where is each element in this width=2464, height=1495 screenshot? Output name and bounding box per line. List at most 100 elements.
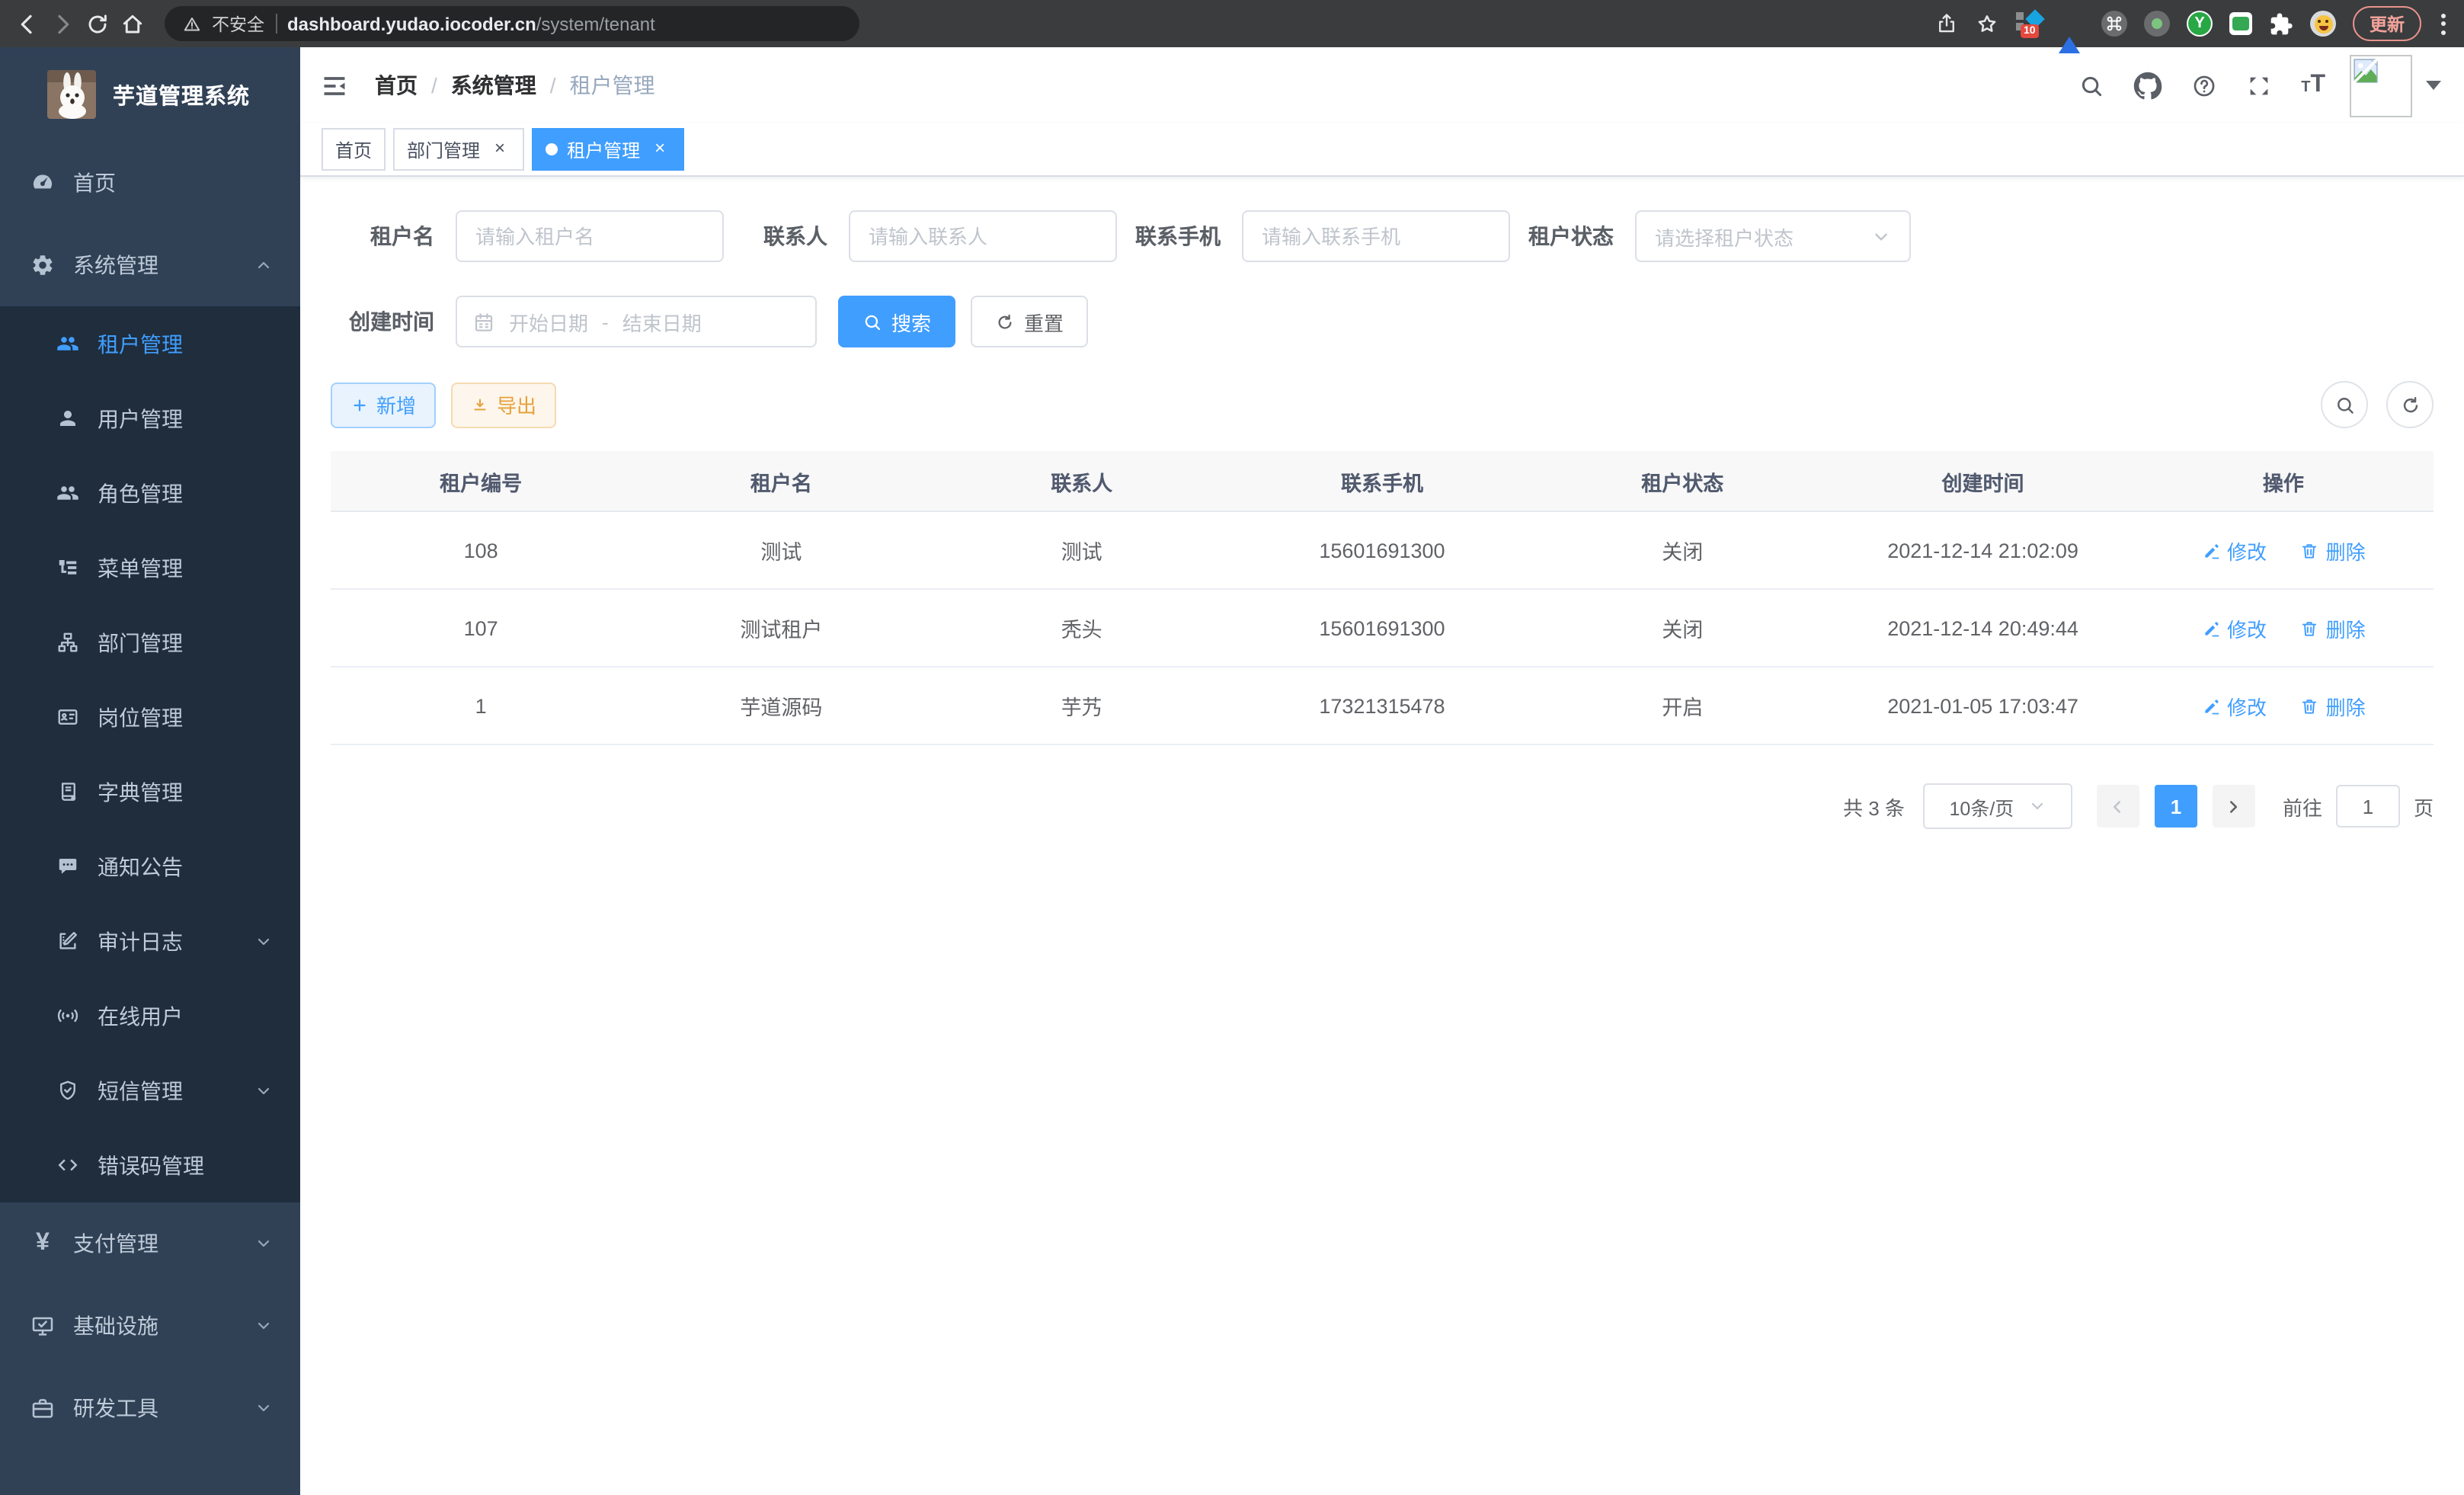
code-icon bbox=[56, 1154, 79, 1176]
sidebar-item-menu[interactable]: 菜单管理 bbox=[0, 530, 300, 605]
sidebar-item-notice[interactable]: 通知公告 bbox=[0, 829, 300, 904]
id-card-icon bbox=[56, 706, 79, 728]
export-button[interactable]: 导出 bbox=[451, 382, 556, 427]
extensions-puzzle-icon[interactable] bbox=[2269, 11, 2293, 36]
extension-tabs-icon[interactable]: 10 bbox=[2016, 11, 2042, 37]
tab-tenant[interactable]: 租户管理 bbox=[532, 128, 684, 171]
contact-input[interactable] bbox=[849, 210, 1117, 262]
share-icon[interactable] bbox=[1935, 12, 1958, 35]
tenant-name-input[interactable] bbox=[456, 210, 724, 262]
breadcrumb-home[interactable]: 首页 bbox=[375, 70, 418, 101]
extension-badge: 10 bbox=[2021, 24, 2039, 38]
extension-chat-icon[interactable] bbox=[2229, 12, 2252, 35]
goto-page: 前往 页 bbox=[2283, 785, 2434, 828]
status-text: 关闭 bbox=[1532, 511, 1832, 589]
main-area: 首页 / 系统管理 / 租户管理 TT bbox=[300, 47, 2464, 1495]
col-contact: 联系人 bbox=[932, 451, 1232, 511]
mobile-label: 联系手机 bbox=[1117, 221, 1242, 251]
delete-link[interactable]: 删除 bbox=[2300, 691, 2366, 720]
sidebar-item-user[interactable]: 用户管理 bbox=[0, 381, 300, 456]
delete-link[interactable]: 删除 bbox=[2300, 613, 2366, 642]
shield-icon bbox=[56, 1079, 79, 1102]
user-avatar[interactable] bbox=[2350, 54, 2412, 117]
app-logo[interactable]: 芋道管理系统 bbox=[0, 47, 300, 142]
browser-home-icon[interactable] bbox=[120, 11, 145, 36]
profile-avatar-icon[interactable] bbox=[2310, 11, 2336, 37]
reset-button[interactable]: 重置 bbox=[971, 296, 1088, 347]
pencil-icon bbox=[2201, 540, 2221, 560]
breadcrumb-separator: / bbox=[550, 73, 556, 98]
edit-link[interactable]: 修改 bbox=[2201, 613, 2267, 642]
address-bar[interactable]: 不安全 dashboard.yudao.iocoder.cn/system/te… bbox=[165, 6, 859, 41]
show-search-button[interactable] bbox=[2321, 381, 2368, 428]
browser-forward-icon[interactable] bbox=[50, 11, 75, 36]
avatar-caret-icon[interactable] bbox=[2426, 81, 2441, 98]
status-select[interactable]: 请选择租户状态 bbox=[1635, 210, 1911, 262]
edit-link[interactable]: 修改 bbox=[2201, 691, 2267, 720]
browser-back-icon[interactable] bbox=[15, 11, 40, 36]
next-page-button[interactable] bbox=[2213, 785, 2255, 828]
header-actions: TT bbox=[2050, 54, 2441, 117]
delete-link[interactable]: 删除 bbox=[2300, 536, 2366, 565]
chevron-left-icon bbox=[2108, 796, 2128, 816]
header-search-icon[interactable] bbox=[2078, 72, 2104, 98]
help-icon[interactable] bbox=[2191, 72, 2217, 98]
sidebar-item-home[interactable]: 首页 bbox=[0, 142, 300, 224]
breadcrumb-section[interactable]: 系统管理 bbox=[451, 70, 536, 101]
chevron-down-icon bbox=[254, 1399, 273, 1417]
sidebar-item-sms[interactable]: 短信管理 bbox=[0, 1053, 300, 1128]
sidebar-item-system[interactable]: 系统管理 bbox=[0, 224, 300, 306]
sidebar-item-audit-log[interactable]: 审计日志 bbox=[0, 904, 300, 978]
add-button[interactable]: 新增 bbox=[331, 382, 436, 427]
breadcrumb-current: 租户管理 bbox=[570, 70, 655, 101]
date-separator: - bbox=[602, 310, 609, 333]
tab-dept[interactable]: 部门管理 bbox=[393, 128, 524, 171]
chevron-down-icon bbox=[254, 932, 273, 950]
browser-menu-icon[interactable] bbox=[2438, 13, 2449, 34]
refresh-icon bbox=[995, 312, 1015, 331]
filter-row-1: 租户名 联系人 联系手机 租户状态 请选择租户状态 bbox=[331, 210, 2434, 262]
font-size-icon[interactable]: TT bbox=[2301, 73, 2325, 98]
browser-update-button[interactable]: 更新 bbox=[2353, 6, 2421, 41]
app-title: 芋道管理系统 bbox=[113, 78, 250, 110]
security-warning-icon[interactable] bbox=[183, 14, 201, 33]
sidebar-item-dept[interactable]: 部门管理 bbox=[0, 605, 300, 680]
extension-kite-icon[interactable] bbox=[2059, 11, 2085, 37]
sidebar-item-online-users[interactable]: 在线用户 bbox=[0, 978, 300, 1053]
mobile-input[interactable] bbox=[1242, 210, 1510, 262]
extension-dot-icon[interactable] bbox=[2144, 11, 2170, 37]
goto-label: 前往 bbox=[2283, 792, 2322, 821]
sidebar-item-post[interactable]: 岗位管理 bbox=[0, 680, 300, 754]
end-date-placeholder[interactable]: 结束日期 bbox=[622, 307, 702, 336]
col-mobile: 联系手机 bbox=[1232, 451, 1532, 511]
goto-page-input[interactable] bbox=[2336, 785, 2400, 828]
edit-link[interactable]: 修改 bbox=[2201, 536, 2267, 565]
extension-y-icon[interactable]: Y bbox=[2187, 11, 2213, 37]
page-size-select[interactable]: 10条/页 bbox=[1923, 783, 2072, 829]
table-header-row: 租户编号 租户名 联系人 联系手机 租户状态 创建时间 操作 bbox=[331, 451, 2434, 511]
sidebar-toggle-icon[interactable] bbox=[320, 71, 349, 100]
browser-reload-icon[interactable] bbox=[85, 11, 110, 36]
sidebar-item-infra[interactable]: 基础设施 bbox=[0, 1285, 300, 1367]
sidebar-item-dev-tools[interactable]: 研发工具 bbox=[0, 1367, 300, 1449]
fullscreen-icon[interactable] bbox=[2246, 72, 2272, 98]
sidebar-item-role[interactable]: 角色管理 bbox=[0, 456, 300, 530]
sidebar-item-tenant[interactable]: 租户管理 bbox=[0, 306, 300, 381]
sidebar-item-dict[interactable]: 字典管理 bbox=[0, 754, 300, 829]
browser-toolbar: 不安全 dashboard.yudao.iocoder.cn/system/te… bbox=[0, 0, 2464, 47]
bookmark-star-icon[interactable] bbox=[1975, 11, 1999, 36]
tab-home[interactable]: 首页 bbox=[322, 128, 386, 171]
github-icon[interactable] bbox=[2133, 71, 2162, 100]
extension-command-icon[interactable] bbox=[2101, 11, 2127, 37]
sidebar-item-pay[interactable]: ¥ 支付管理 bbox=[0, 1202, 300, 1285]
close-icon[interactable] bbox=[649, 139, 670, 160]
current-page-button[interactable]: 1 bbox=[2155, 785, 2197, 828]
close-icon[interactable] bbox=[489, 139, 510, 160]
date-range-input[interactable]: 开始日期 - 结束日期 bbox=[456, 296, 817, 347]
start-date-placeholder[interactable]: 开始日期 bbox=[509, 307, 588, 336]
prev-page-button[interactable] bbox=[2097, 785, 2139, 828]
status-label: 租户状态 bbox=[1510, 221, 1635, 251]
search-button[interactable]: 搜索 bbox=[838, 296, 955, 347]
refresh-table-button[interactable] bbox=[2386, 381, 2434, 428]
sidebar-item-error-code[interactable]: 错误码管理 bbox=[0, 1128, 300, 1202]
